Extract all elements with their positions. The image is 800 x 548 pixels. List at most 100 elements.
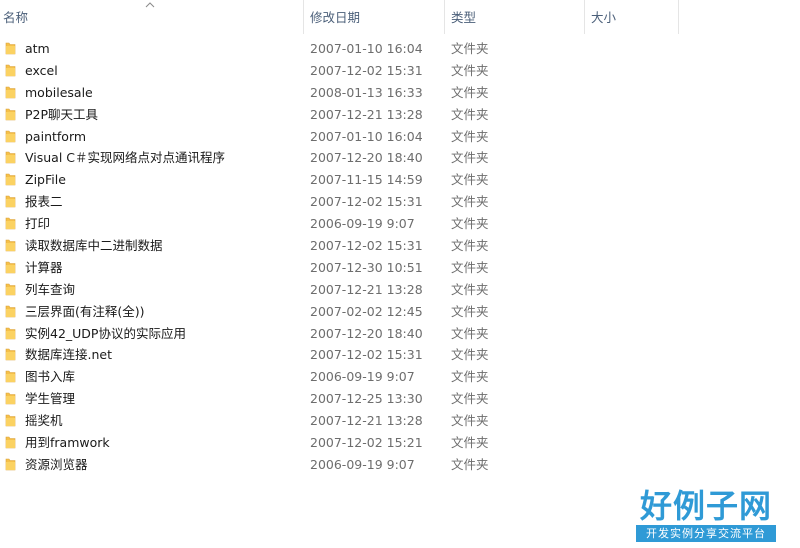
file-type: 文件夹: [451, 84, 489, 100]
file-name: paintform: [25, 128, 87, 144]
file-row[interactable]: atm 2007-01-10 16:04 文件夹: [0, 38, 800, 60]
folder-icon: [5, 349, 16, 361]
file-modified-date: 2007-02-02 12:45: [310, 303, 423, 319]
file-modified-date: 2007-12-30 10:51: [310, 259, 423, 275]
file-row[interactable]: 列车查询 2007-12-21 13:28 文件夹: [0, 279, 800, 301]
watermark-subtitle: 开发实例分享交流平台: [636, 525, 776, 542]
file-row[interactable]: 三层界面(有注释(全)) 2007-02-02 12:45 文件夹: [0, 301, 800, 323]
file-type: 文件夹: [451, 391, 489, 407]
file-type: 文件夹: [451, 259, 489, 275]
folder-icon: [5, 371, 16, 383]
folder-icon: [5, 195, 16, 208]
column-header-bar: 名称 修改日期 类型 大小: [0, 0, 800, 34]
file-type: 文件夹: [451, 325, 489, 341]
file-name: atm: [25, 41, 50, 56]
folder-icon: [5, 458, 16, 471]
file-name: 摇奖机: [25, 413, 63, 429]
file-name: 数据库连接.net: [25, 347, 112, 363]
file-type: 文件夹: [451, 238, 489, 254]
folder-icon: [5, 436, 16, 449]
file-modified-date: 2007-11-15 14:59: [310, 172, 423, 188]
file-modified-date: 2007-12-02 15:31: [310, 62, 423, 78]
file-type: 文件夹: [451, 194, 489, 210]
file-type: 文件夹: [451, 62, 489, 78]
file-modified-date: 2008-01-13 16:33: [310, 84, 423, 100]
file-modified-date: 2007-12-02 15:31: [310, 194, 423, 210]
file-type: 文件夹: [451, 413, 489, 429]
file-modified-date: 2007-12-21 13:28: [310, 106, 423, 122]
file-name: 资源浏览器: [25, 456, 88, 472]
file-row[interactable]: 学生管理 2007-12-25 13:30 文件夹: [0, 388, 800, 410]
file-row[interactable]: 实例42_UDP协议的实际应用 2007-12-20 18:40 文件夹: [0, 323, 800, 345]
file-type: 文件夹: [451, 369, 489, 385]
file-name: mobilesale: [25, 84, 93, 100]
file-row[interactable]: 读取数据库中二进制数据 2007-12-02 15:31 文件夹: [0, 235, 800, 257]
file-name: 实例42_UDP协议的实际应用: [25, 325, 186, 341]
file-row[interactable]: 报表二 2007-12-02 15:31 文件夹: [0, 191, 800, 213]
file-row[interactable]: Visual C＃实现网络点对点通讯程序 2007-12-20 18:40 文件夹: [0, 147, 800, 169]
file-name: 读取数据库中二进制数据: [25, 238, 163, 254]
folder-icon: [5, 283, 16, 296]
file-name: 列车查询: [25, 281, 76, 297]
file-row[interactable]: 数据库连接.net 2007-12-02 15:31 文件夹: [0, 344, 800, 366]
file-list: atm 2007-01-10 16:04 文件夹 excel 2007-12-02 15…: [0, 38, 800, 476]
file-row[interactable]: paintform 2007-01-10 16:04 文件夹: [0, 126, 800, 148]
file-modified-date: 2007-12-21 13:28: [310, 281, 423, 297]
column-header-date[interactable]: 修改日期: [304, 0, 445, 34]
folder-icon: [5, 174, 16, 186]
file-row[interactable]: 计算器 2007-12-30 10:51 文件夹: [0, 257, 800, 279]
file-modified-date: 2007-12-02 15:31: [310, 238, 423, 254]
file-modified-date: 2007-12-21 13:28: [310, 413, 423, 429]
folder-icon: [5, 152, 16, 164]
watermark-logo: 好例子网 开发实例分享交流平台: [636, 488, 796, 546]
file-row[interactable]: excel 2007-12-02 15:31 文件夹: [0, 60, 800, 82]
file-type: 文件夹: [451, 456, 489, 472]
column-header-size[interactable]: 大小: [585, 0, 679, 34]
file-modified-date: 2006-09-19 9:07: [310, 369, 415, 385]
file-name: excel: [25, 62, 58, 78]
folder-icon: [5, 392, 16, 405]
file-type: 文件夹: [451, 150, 489, 166]
file-row[interactable]: ZipFile 2007-11-15 14:59 文件夹: [0, 169, 800, 191]
file-row[interactable]: 摇奖机 2007-12-21 13:28 文件夹: [0, 410, 800, 432]
file-row[interactable]: 用到framwork 2007-12-02 15:21 文件夹: [0, 432, 800, 454]
folder-icon: [5, 108, 16, 120]
file-row[interactable]: 资源浏览器 2006-09-19 9:07 文件夹: [0, 454, 800, 476]
file-name: 打印: [25, 216, 51, 232]
file-type: 文件夹: [451, 347, 489, 363]
file-type: 文件夹: [451, 216, 489, 232]
folder-icon: [5, 86, 16, 99]
watermark-title: 好例子网: [640, 487, 773, 525]
column-header-type[interactable]: 类型: [445, 0, 585, 34]
file-row[interactable]: 图书入库 2006-09-19 9:07 文件夹: [0, 366, 800, 388]
file-type: 文件夹: [451, 281, 489, 297]
file-type: 文件夹: [451, 106, 489, 122]
file-type: 文件夹: [451, 303, 489, 319]
file-modified-date: 2007-01-10 16:04: [310, 128, 423, 144]
folder-icon: [5, 305, 16, 317]
folder-icon: [5, 217, 16, 230]
file-row[interactable]: mobilesale 2008-01-13 16:33 文件夹: [0, 82, 800, 104]
file-name: 计算器: [25, 259, 63, 275]
folder-icon: [5, 239, 16, 252]
file-row[interactable]: 打印 2006-09-19 9:07 文件夹: [0, 213, 800, 235]
file-type: 文件夹: [451, 41, 489, 56]
file-row[interactable]: P2P聊天工具 2007-12-21 13:28 文件夹: [0, 104, 800, 126]
file-type: 文件夹: [451, 435, 489, 451]
file-type: 文件夹: [451, 128, 489, 144]
file-modified-date: 2007-12-20 18:40: [310, 150, 423, 166]
file-name: Visual C＃实现网络点对点通讯程序: [25, 150, 226, 166]
column-header-name[interactable]: 名称: [0, 0, 304, 34]
file-modified-date: 2007-12-02 15:21: [310, 435, 423, 451]
file-modified-date: 2006-09-19 9:07: [310, 456, 415, 472]
file-name: 三层界面(有注释(全)): [25, 303, 145, 319]
file-modified-date: 2007-01-10 16:04: [310, 41, 423, 56]
file-modified-date: 2007-12-25 13:30: [310, 391, 423, 407]
file-type: 文件夹: [451, 172, 489, 188]
folder-icon: [5, 64, 16, 77]
file-name: 图书入库: [25, 369, 76, 385]
file-modified-date: 2007-12-20 18:40: [310, 325, 423, 341]
file-name: 用到framwork: [25, 435, 110, 451]
folder-icon: [5, 130, 16, 142]
file-modified-date: 2007-12-02 15:31: [310, 347, 423, 363]
